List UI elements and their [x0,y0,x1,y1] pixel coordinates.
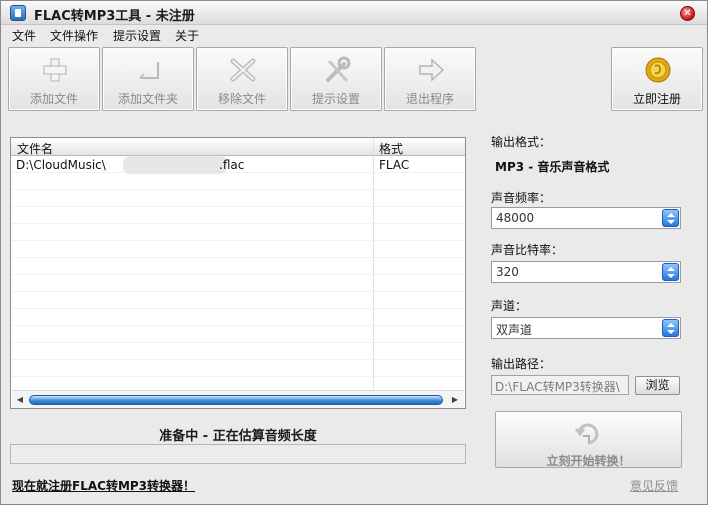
add-folder-button[interactable]: 添加文件夹 [102,47,194,111]
settings-icon [326,56,351,82]
row-line [11,376,465,377]
convert-icon [574,423,599,445]
column-divider [373,138,374,392]
column-header-filename[interactable]: 文件名 [17,140,53,157]
start-convert-button[interactable]: 立刻开始转换！ [495,411,682,468]
dropdown-icon[interactable] [662,263,679,281]
tip-settings-button[interactable]: 提示设置 [290,47,382,111]
sample-rate-value: 48000 [496,211,535,225]
file-list[interactable]: 文件名 格式 D:\CloudMusic\ .flac FLAC ◀ ▶ [10,137,466,409]
register-link[interactable]: 现在就注册FLAC转MP3转换器！ [12,477,195,494]
filename-suffix: .flac [219,158,245,172]
menu-bar: 文件 文件操作 提示设置 关于 [1,25,707,45]
output-path-label: 输出路径： [491,357,552,371]
menu-tip-settings[interactable]: 提示设置 [113,27,161,44]
scroll-right-icon[interactable]: ▶ [449,393,461,406]
sample-rate-select[interactable]: 48000 [491,207,681,229]
bitrate-value: 320 [496,265,519,279]
close-button[interactable]: ✕ [680,6,695,21]
exit-button[interactable]: 退出程序 [384,47,476,111]
add-file-icon [43,58,67,82]
title-bar: FLAC转MP3工具 - 未注册 ✕ [1,1,707,25]
app-icon [10,5,26,21]
scroll-left-icon[interactable]: ◀ [14,393,26,406]
menu-about[interactable]: 关于 [175,27,199,44]
exit-icon [419,58,445,82]
row-line [11,172,465,173]
redacted-filename [123,156,227,174]
row-line [11,206,465,207]
row-line [11,274,465,275]
register-button[interactable]: 立即注册 [611,47,703,111]
app-window: FLAC转MP3工具 - 未注册 ✕ 文件 文件操作 提示设置 关于 添加文件 … [0,0,708,505]
channel-select[interactable]: 双声道 [491,317,681,339]
row-line [11,342,465,343]
remove-file-button[interactable]: 移除文件 [196,47,288,111]
row-line [11,325,465,326]
sample-rate-label: 声音频率： [491,191,552,205]
bitrate-select[interactable]: 320 [491,261,681,283]
progress-bar [10,444,466,464]
window-title: FLAC转MP3工具 - 未注册 [34,9,195,24]
row-line [11,308,465,309]
file-format: FLAC [379,158,410,172]
channel-label: 声道： [491,299,528,313]
dropdown-icon[interactable] [662,319,679,337]
channel-value: 双声道 [496,323,533,337]
scrollbar-thumb[interactable] [29,395,443,405]
column-header-format[interactable]: 格式 [379,140,403,157]
row-line [11,189,465,190]
coin-icon [645,57,671,83]
output-format-value: MP3 - 音乐声音格式 [495,160,610,174]
add-folder-label: 添加文件夹 [117,92,178,106]
output-format-label: 输出格式： [491,135,552,149]
filename-prefix: D:\CloudMusic\ [16,158,106,172]
bitrate-label: 声音比特率： [491,243,564,257]
add-file-button[interactable]: 添加文件 [8,47,100,111]
add-folder-icon [139,62,159,79]
start-convert-label: 立刻开始转换！ [546,454,631,468]
list-header: 文件名 格式 [11,138,465,156]
tip-settings-label: 提示设置 [311,92,360,106]
row-line [11,291,465,292]
exit-label: 退出程序 [405,92,454,106]
status-message: 准备中 - 正在估算音频长度 [159,429,317,444]
remove-file-label: 移除文件 [217,92,266,106]
menu-file-operations[interactable]: 文件操作 [50,27,98,44]
add-file-label: 添加文件 [29,92,78,106]
row-line [11,223,465,224]
dropdown-icon[interactable] [662,209,679,227]
remove-file-icon [230,58,256,82]
feedback-link[interactable]: 意见反馈 [630,477,678,494]
row-line [11,257,465,258]
register-label: 立即注册 [632,92,681,106]
menu-file[interactable]: 文件 [12,27,36,44]
row-line [11,240,465,241]
browse-button[interactable]: 浏览 [635,376,680,395]
output-path-field[interactable]: D:\FLAC转MP3转换器\ [491,375,629,395]
horizontal-scrollbar[interactable]: ◀ ▶ [12,390,464,408]
row-line [11,359,465,360]
